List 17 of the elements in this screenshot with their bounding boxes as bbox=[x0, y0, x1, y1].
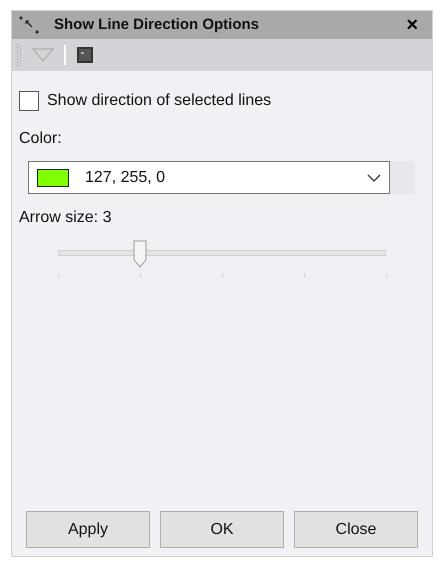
move-icon[interactable] bbox=[18, 15, 40, 35]
dialog-button[interactable]: Close bbox=[294, 511, 418, 548]
grip-icon bbox=[16, 43, 22, 67]
dropdown-side-panel bbox=[390, 161, 415, 194]
window-title: Show Line Direction Options bbox=[54, 14, 260, 35]
slider-thumb[interactable] bbox=[133, 240, 147, 268]
color-dropdown[interactable]: 127, 255, 0 bbox=[28, 161, 390, 194]
dialog-button[interactable]: OK bbox=[160, 511, 284, 548]
window-icon[interactable] bbox=[76, 46, 94, 64]
color-label: Color: bbox=[19, 129, 63, 149]
color-value: 127, 255, 0 bbox=[85, 168, 166, 188]
checkbox[interactable] bbox=[19, 91, 39, 111]
checkbox-label: Show direction of selected lines bbox=[47, 91, 272, 111]
chevron-down-icon bbox=[367, 174, 381, 182]
arrow-size-label: Arrow size: 3 bbox=[19, 208, 112, 228]
close-button[interactable]: × bbox=[406, 15, 418, 35]
dialog-button[interactable]: Apply bbox=[26, 511, 150, 548]
